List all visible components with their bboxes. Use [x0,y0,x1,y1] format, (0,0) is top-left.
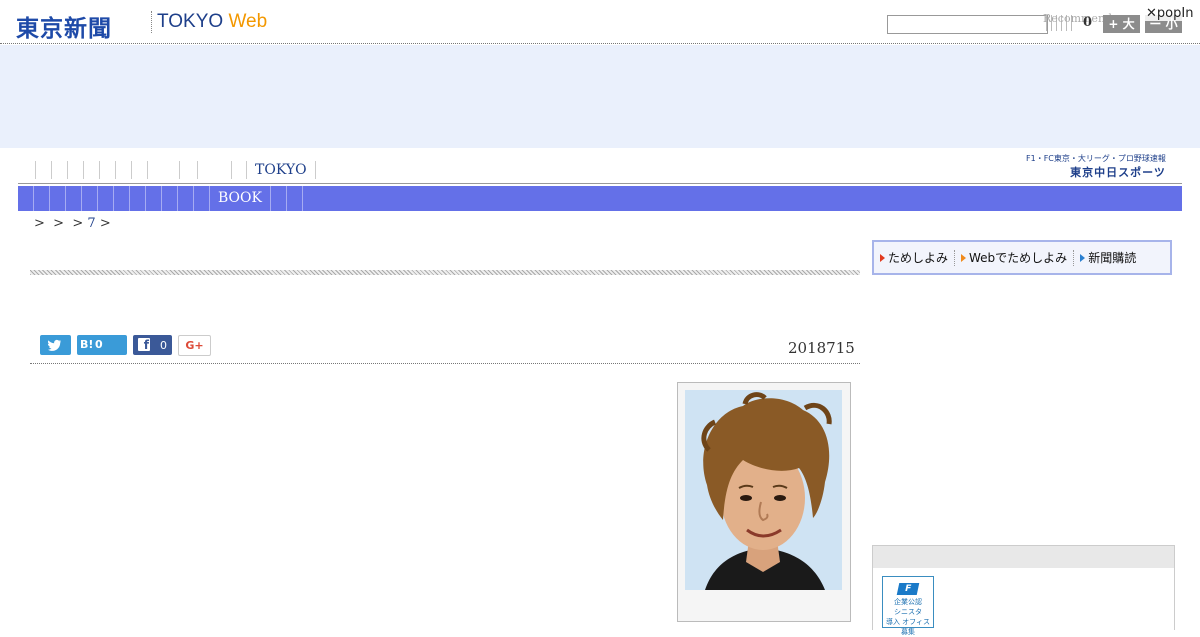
arrow-right-icon [1080,253,1086,262]
logo-line: 導入 オフィス [885,618,931,626]
menu-item[interactable] [162,186,178,211]
breadcrumb-link[interactable]: 7 [87,216,95,231]
breadcrumb-sep: > [99,216,111,231]
nav-item[interactable] [100,161,116,179]
font-larger-button[interactable]: + 大 [1103,15,1140,33]
web-trial-read-label: Webでためしよみ [969,251,1068,265]
logo-line: 企業公認 [894,598,922,606]
facebook-count: 0 [160,339,167,352]
facebook-icon: f [138,338,150,352]
breadcrumb-sep: > [72,216,84,231]
nav-item[interactable] [68,161,84,179]
header-divider [0,43,1200,44]
menu-item[interactable] [82,186,98,211]
chunichi-sports-link[interactable]: F1・FC東京・大リーグ・プロ野球速報 東京中日スポーツ [1026,153,1166,180]
hatena-count: 0 [95,338,103,351]
subscribe-link[interactable]: 新聞購読 [1074,250,1142,266]
nav-item[interactable] [198,161,232,179]
logo-line: シニスタ [894,608,922,616]
site-logo[interactable]: 東京新聞 [16,9,112,43]
menu-item[interactable] [34,186,50,211]
popin-label: popIn [1156,6,1194,21]
nav-item[interactable] [132,161,148,179]
nav-item[interactable] [148,161,180,179]
arrow-right-icon [961,253,967,262]
section-nav: TOKYO [30,160,316,180]
menu-item[interactable] [98,186,114,211]
menu-item[interactable] [271,186,287,211]
logo-line: 募集 [901,628,915,636]
sidebar-header [872,545,1175,569]
breadcrumb: > > > 7 > [34,216,111,231]
logo-divider [151,11,153,33]
portrait-illustration [685,390,842,590]
hatena-bookmark-button[interactable]: B! 0 [77,335,127,355]
chunichi-name: 東京中日スポーツ [1070,166,1166,179]
logo-web-text: Web [228,11,268,32]
nav-item[interactable] [116,161,132,179]
menu-item[interactable] [50,186,66,211]
search-input[interactable] [887,15,1048,34]
menu-item[interactable] [194,186,210,211]
menu-item[interactable] [114,186,130,211]
article-date: 2018715 [788,339,855,357]
ad-banner[interactable] [0,45,1200,148]
menu-item[interactable] [18,186,34,211]
arrow-right-icon [880,253,885,262]
logo-mark-icon: F [896,583,920,595]
menu-item[interactable] [287,186,303,211]
headline-rule [30,270,860,275]
chunichi-tagline: F1・FC東京・大リーグ・プロ野球速報 [1026,154,1166,163]
web-trial-read-link[interactable]: Webでためしよみ [955,249,1075,266]
trial-read-link[interactable]: ためしよみ [874,249,956,266]
popin-close-button[interactable]: ✕popIn [1144,6,1196,21]
nav-item[interactable] [52,161,68,179]
breadcrumb-sep: > [53,216,65,231]
hatena-icon: B! [80,338,94,351]
menu-item[interactable] [66,186,82,211]
logo-tokyo-text: TOKYO [157,11,224,32]
trial-read-label: ためしよみ [888,251,949,265]
recommend-count: 0 [1083,15,1093,30]
menu-item[interactable] [178,186,194,211]
twitter-share-button[interactable] [40,335,71,355]
breadcrumb-sep: > [34,216,45,231]
menu-item[interactable] [146,186,162,211]
recommend-label: Recommend [1043,12,1113,25]
nav-divider [18,183,1182,184]
menu-item-book[interactable]: BOOK [210,186,271,211]
sidebar-ad-logo[interactable]: F 企業公認 シニスタ 導入 オフィス 募集 [882,576,934,636]
nav-item[interactable] [84,161,100,179]
nav-item[interactable] [36,161,52,179]
nav-item-tokyo[interactable]: TOKYO [246,161,316,179]
twitter-icon [47,339,61,351]
date-divider [30,363,860,364]
subscribe-label: 新聞購読 [1088,251,1137,265]
google-plus-share-button[interactable]: G+ [178,335,211,356]
menu-item[interactable] [130,186,146,211]
subscription-links: ためしよみ Webでためしよみ 新聞購読 [872,240,1172,275]
article-photo[interactable] [685,390,842,590]
facebook-share-button[interactable]: f 0 [133,335,172,355]
category-menu-bar: BOOK [18,186,1182,211]
close-icon: ✕ [1146,6,1157,21]
nav-item[interactable] [180,161,198,179]
tokyo-web-logo[interactable]: TOKYO Web [157,11,267,33]
